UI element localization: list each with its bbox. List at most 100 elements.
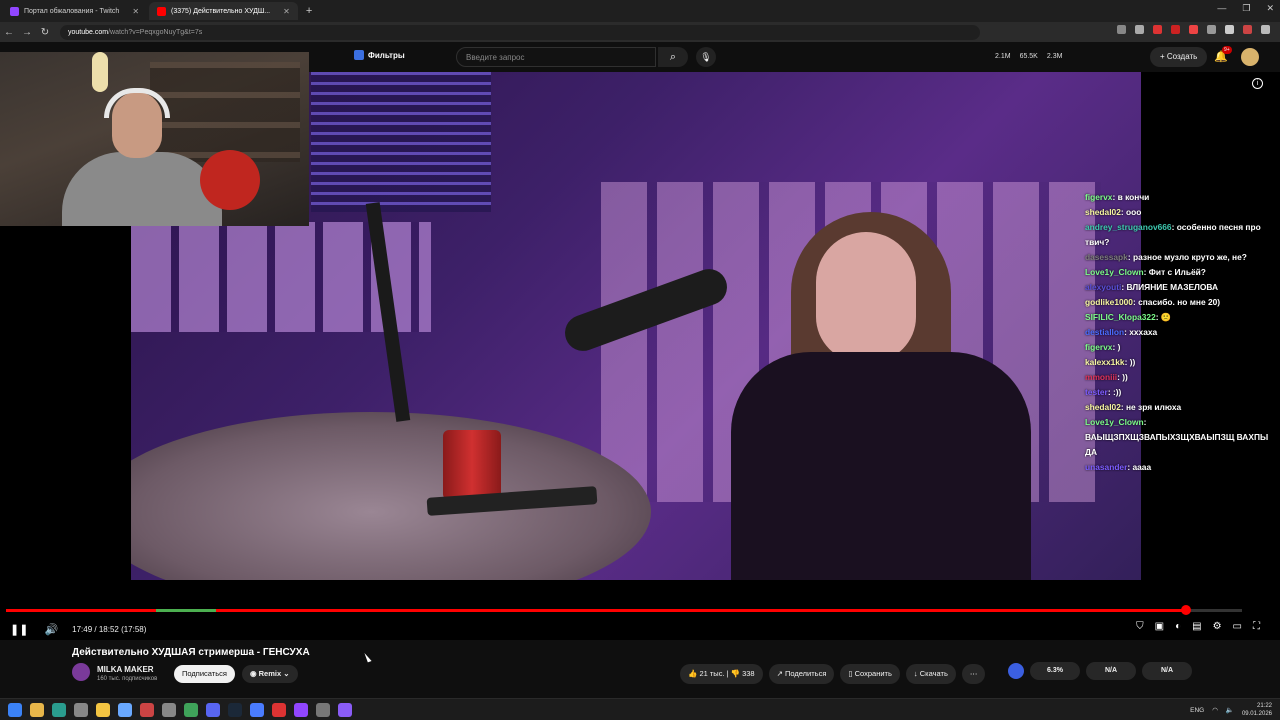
puzzle-icon[interactable] (1207, 25, 1216, 34)
reload-icon[interactable]: ↻ (36, 27, 54, 38)
face (816, 232, 916, 362)
app-icon[interactable] (250, 702, 264, 717)
close-window-icon[interactable]: ✕ (1266, 3, 1274, 14)
streamer-webcam (0, 52, 309, 226)
search-input[interactable]: Введите запрос (456, 47, 656, 67)
guest-person (731, 212, 1031, 580)
chat-message: SIFILIC_Klopa322: 🙁 (1085, 310, 1277, 325)
volume-icon[interactable]: 🔊 (44, 623, 58, 636)
chat-username: Love1y_Clown (1085, 267, 1144, 277)
chat-text: ооо (1125, 207, 1142, 217)
shield-icon[interactable]: ⛉ (1136, 621, 1144, 632)
wifi-icon[interactable]: ◠ (1212, 706, 1218, 714)
mic-icon[interactable]: 🎙 (696, 47, 716, 67)
tab-youtube[interactable]: (3375) Действительно ХУДШ... ✕ (149, 2, 298, 20)
tab-close-icon[interactable]: ✕ (132, 7, 139, 16)
app-icon[interactable] (140, 702, 154, 717)
create-button[interactable]: + Создать (1150, 47, 1208, 67)
app-icon[interactable] (316, 702, 330, 717)
shelf (150, 62, 300, 162)
chat-username: figervx (1085, 192, 1113, 202)
maximize-icon[interactable]: ❐ (1242, 3, 1250, 14)
tab-twitch[interactable]: Портал обжалования - Twitch ✕ (2, 2, 147, 20)
extension-icon[interactable] (1171, 25, 1180, 34)
remix-button[interactable]: ◉ Remix ⌄ (242, 665, 298, 683)
chat-message: shedal02: ооо (1085, 205, 1277, 220)
fullscreen-icon[interactable]: ⛶ (1253, 621, 1260, 632)
chat-username: Love1y_Clown (1085, 417, 1144, 427)
browser-tabbar: Портал обжалования - Twitch ✕ (3375) Дей… (0, 0, 1280, 22)
theater-icon[interactable]: ▭ (1233, 621, 1242, 632)
windows-taskbar: ENG ◠ 🔈 21:22 09.01.2026 (0, 698, 1280, 720)
url-input[interactable]: youtube.com/watch?v=PeqxgoNuyTg&t=7s (60, 24, 980, 40)
soda-can (443, 430, 501, 500)
start-icon[interactable] (8, 702, 22, 717)
account-avatar[interactable] (1241, 48, 1259, 66)
chat-username: unasander (1085, 462, 1128, 472)
gear-icon[interactable]: ⚙ (1213, 621, 1222, 632)
stat-value: 65.5K (1019, 53, 1038, 60)
red-sign (200, 150, 260, 210)
chat-text: аааа (1132, 462, 1152, 472)
lamp (92, 52, 108, 92)
chat-message: destiallon: хххаха (1085, 325, 1277, 340)
chat-separator: : (1143, 417, 1147, 427)
app-icon[interactable] (338, 702, 352, 717)
clock-date: 09.01.2026 (1241, 711, 1272, 717)
like-button[interactable]: 👍 21 тыс. | 👎 338 (680, 664, 763, 684)
share-label: Поделиться (784, 669, 827, 678)
progress-bar[interactable] (6, 605, 1242, 615)
forward-icon[interactable]: → (18, 27, 36, 38)
channel-name[interactable]: MILKA MAKER (97, 665, 154, 674)
stat-value: 2.3M (1046, 53, 1063, 60)
download-icon[interactable] (1225, 25, 1234, 34)
extension-icon[interactable] (1189, 25, 1198, 34)
tab-title: Портал обжалования - Twitch (24, 7, 120, 15)
search-icon[interactable]: ⌕ (658, 47, 688, 67)
share-button[interactable]: ↗ Поделиться (768, 664, 835, 684)
app-icon[interactable] (272, 702, 286, 717)
minimize-icon[interactable]: — (1217, 3, 1226, 14)
steam-icon[interactable] (228, 702, 242, 717)
app-icon[interactable] (162, 702, 176, 717)
speaker-icon[interactable]: 🔈 (1226, 706, 1234, 714)
back-icon[interactable]: ← (0, 27, 18, 38)
edge-icon[interactable] (52, 702, 66, 717)
info-icon[interactable]: i (1252, 78, 1263, 89)
chat-username: mmoniii (1085, 372, 1118, 382)
pause-icon[interactable]: ❚❚ (10, 623, 28, 636)
menu-dots-icon[interactable] (1261, 25, 1270, 34)
chat-text: ) (1117, 342, 1121, 352)
channel-avatar[interactable] (72, 663, 90, 681)
profile-icon[interactable] (1243, 25, 1252, 34)
chrome-icon[interactable] (96, 702, 110, 717)
extension-icon[interactable] (1153, 25, 1162, 34)
streamer-body (62, 152, 222, 226)
app-icon[interactable] (294, 702, 308, 717)
explorer-icon[interactable] (30, 702, 44, 717)
filters-button[interactable]: Фильтры (354, 50, 405, 60)
tab-close-icon[interactable]: ✕ (283, 7, 290, 16)
app-icon[interactable] (184, 702, 198, 717)
ai-icon[interactable]: ▣ (1155, 621, 1164, 632)
clock[interactable]: 21:22 09.01.2026 (1242, 702, 1272, 718)
extension-icon[interactable] (1135, 25, 1144, 34)
tray-lang[interactable]: ENG (1190, 707, 1204, 714)
download-button[interactable]: ↓ Скачать (905, 664, 956, 684)
rating-pill: 6.3% (1030, 662, 1080, 680)
extension-icons (1117, 25, 1270, 34)
progress-chapter (156, 609, 216, 612)
more-icon[interactable]: ⋯ (961, 664, 986, 684)
app-icon[interactable] (74, 702, 88, 717)
discord-icon[interactable] (206, 702, 220, 717)
like-count: 21 тыс. (699, 669, 725, 678)
app-icon[interactable] (118, 702, 132, 717)
save-button[interactable]: ▯ Сохранить (840, 664, 900, 684)
new-tab-icon[interactable]: + (306, 5, 312, 17)
subscribe-button[interactable]: Подписаться (174, 665, 235, 683)
subtitles-icon[interactable]: ▤ (1192, 621, 1201, 632)
chat-message: Love1y_Clown: Фит с Ильёй? (1085, 265, 1277, 280)
chat-text: 🙁 (1160, 312, 1172, 322)
autoplay-toggle[interactable]: ◐ (1175, 621, 1181, 632)
extension-icon[interactable] (1117, 25, 1126, 34)
